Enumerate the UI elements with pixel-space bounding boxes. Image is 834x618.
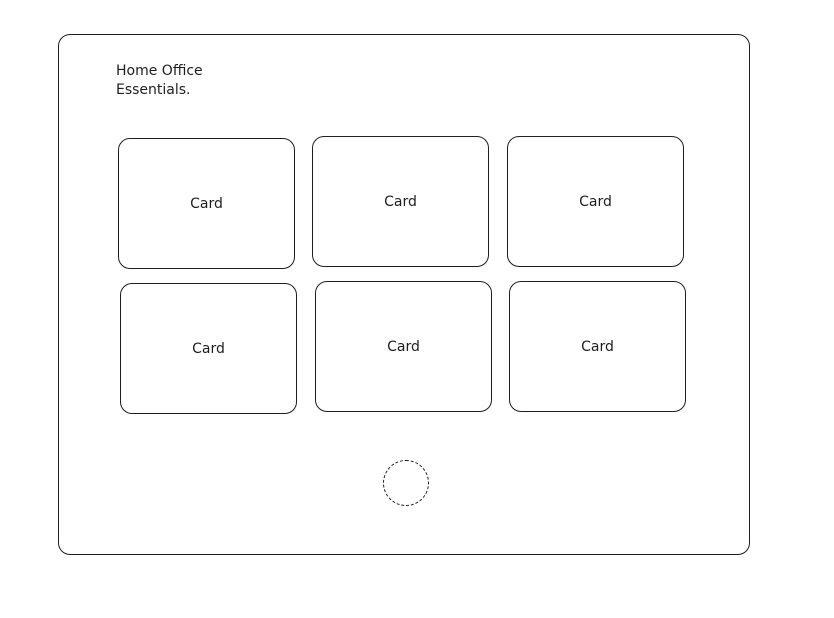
card-label: Card (192, 340, 225, 357)
card-label: Card (384, 193, 417, 210)
card[interactable]: Card (120, 283, 297, 414)
card-label: Card (190, 195, 223, 212)
card[interactable]: Card (312, 136, 489, 267)
card-label: Card (387, 338, 420, 355)
card-label: Card (581, 338, 614, 355)
card[interactable]: Card (315, 281, 492, 412)
page-title: Home Office Essentials. (116, 63, 203, 98)
card[interactable]: Card (507, 136, 684, 267)
card-label: Card (579, 193, 612, 210)
card[interactable]: Card (509, 281, 686, 412)
card[interactable]: Card (118, 138, 295, 269)
loading-spinner-icon (383, 460, 429, 506)
